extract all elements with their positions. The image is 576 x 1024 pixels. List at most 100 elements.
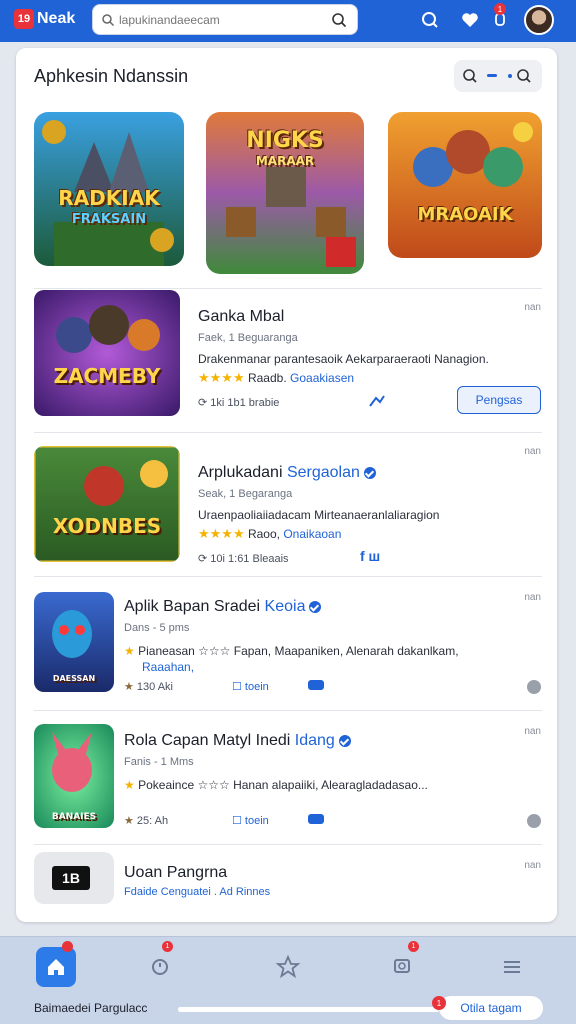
- star-icon: ★: [124, 681, 137, 693]
- app-size: nan: [524, 726, 541, 737]
- app-meta: Fanis - 1 Mms: [124, 756, 194, 768]
- star-icon: ★: [124, 815, 137, 827]
- app-stats: ★ 130 Aki: [124, 680, 173, 693]
- dot-icon: [508, 74, 512, 78]
- featured-game-3-art: [388, 112, 542, 258]
- featured-game-3-title: MRAOAIK: [417, 204, 513, 225]
- install-link[interactable]: ☐ toein: [232, 814, 269, 827]
- top-bar: 19 Neak 1: [0, 0, 576, 42]
- app-meta: Fdaide Cenguatei . Ad Rinnes: [124, 886, 271, 898]
- app-icon[interactable]: ZACMEBY: [34, 290, 180, 416]
- settings-icon[interactable]: [527, 680, 541, 694]
- featured-game-2[interactable]: NIGKS MARAAR: [206, 112, 364, 274]
- nav-favorites[interactable]: [268, 947, 308, 987]
- app-name[interactable]: Rola Capan Matyl Inedi Idang: [124, 732, 351, 750]
- app-icon-title: DAESSAN: [52, 674, 96, 683]
- app-size: nan: [524, 860, 541, 871]
- search-submit-icon[interactable]: [331, 12, 347, 28]
- rating-link[interactable]: Goaakiasen: [290, 371, 354, 385]
- app-rating: ★★★★ Raoo, Onaikaoan: [198, 526, 341, 542]
- nav-history-badge: 1: [162, 941, 173, 952]
- featured-game-3[interactable]: MRAOAIK: [388, 112, 542, 258]
- list-item[interactable]: DAESSAN Aplik Bapan Sradei Keoia Dans - …: [16, 576, 557, 710]
- app-icon[interactable]: DAESSAN: [34, 592, 114, 692]
- app-name[interactable]: Ganka Mbal: [198, 308, 284, 326]
- app-tag: Idang: [294, 732, 335, 749]
- featured-game-1[interactable]: RADKIAK FRAKSAIN: [34, 112, 184, 266]
- install-link-text: toein: [244, 815, 269, 827]
- search-icon: [102, 14, 115, 27]
- app-size: nan: [524, 302, 541, 313]
- app-rating: ★★★★ Raadb. Goaakiasen: [198, 370, 354, 386]
- star-icon: [276, 955, 300, 979]
- app-logo[interactable]: 19 Neak: [14, 9, 75, 29]
- app-tag: Keoia: [264, 598, 306, 615]
- star-rating: ★★★★: [198, 526, 245, 541]
- message-icon[interactable]: [308, 680, 324, 690]
- nav-home-badge: [62, 941, 73, 952]
- install-link[interactable]: ☐ toein: [232, 680, 269, 693]
- featured-game-1-subtitle: FRAKSAIN: [71, 212, 147, 227]
- list-item[interactable]: XODNBES Arplukadani Sergaolan Seak, 1 Be…: [16, 432, 557, 576]
- list-item[interactable]: 1B Uoan Pangrna Fdaide Cenguatei . Ad Ri…: [16, 844, 557, 922]
- logo-text: Neak: [37, 10, 76, 27]
- app-name[interactable]: Aplik Bapan Sradei Keoia: [124, 598, 322, 616]
- list-item[interactable]: BANAIES Rola Capan Matyl Inedi Idang Fan…: [16, 710, 557, 844]
- app-icon[interactable]: XODNBES: [34, 446, 180, 562]
- nav-search[interactable]: [382, 947, 422, 987]
- app-stats-text: 25: Ah: [136, 815, 169, 827]
- featured-game-2-title: NIGKS: [246, 128, 324, 153]
- app-meta: Dans - 5 pms: [124, 622, 190, 634]
- search-bar[interactable]: [92, 4, 358, 35]
- edit-icon: ☐: [232, 681, 245, 693]
- page-title: Aphkesin Ndanssin: [34, 66, 189, 86]
- home-icon: [48, 959, 64, 975]
- footer-action-button[interactable]: Otila tagam: [438, 995, 544, 1021]
- chat-icon[interactable]: [420, 10, 440, 30]
- app-name-text: Rola Capan Matyl Inedi: [124, 732, 291, 749]
- app-stats-text: 130 Aki: [136, 681, 174, 693]
- list-item[interactable]: ZACMEBY Ganka Mbal Faek, 1 Beguaranga Dr…: [16, 288, 557, 432]
- app-name[interactable]: Arplukadani Sergaolan: [198, 464, 376, 482]
- app-stats: ⟳ 1ki 1b1 brabie: [198, 396, 279, 409]
- install-button[interactable]: Pengsas: [457, 386, 541, 414]
- heart-icon[interactable]: [460, 10, 480, 30]
- rating-link[interactable]: Onaikaoan: [283, 527, 341, 541]
- share-icon[interactable]: [368, 394, 386, 408]
- app-stats: ★ 25: Ah: [124, 814, 168, 827]
- app-name-text: Arplukadani: [198, 464, 283, 481]
- app-icon-title: BANAIES: [51, 812, 97, 822]
- nav-home[interactable]: [36, 947, 76, 987]
- app-tag: Sergaolan: [286, 464, 360, 481]
- zoom-out-icon[interactable]: [462, 68, 478, 84]
- app-description-text: Pokeaince ☆☆☆ Hanan alapaiiki, Alearagla…: [138, 778, 428, 792]
- search-input[interactable]: [119, 10, 319, 30]
- app-icon-art: [34, 290, 180, 416]
- message-icon[interactable]: [308, 814, 324, 824]
- card-toolbar[interactable]: [454, 60, 542, 92]
- main-card: Aphkesin Ndanssin RADKIAK FRAKSAIN NIGKS…: [16, 48, 557, 922]
- progress-fill: [178, 1007, 435, 1012]
- nav-search-badge: 1: [408, 941, 419, 952]
- app-stats-text: 1ki 1b1 brabie: [210, 397, 280, 409]
- app-name[interactable]: Uoan Pangrna: [124, 864, 227, 882]
- app-name-text: Aplik Bapan Sradei: [124, 598, 261, 615]
- install-link-text: toein: [244, 681, 269, 693]
- app-meta: Seak, 1 Begaranga: [198, 488, 293, 500]
- app-icon-title: ZACMEBY: [53, 364, 161, 388]
- app-description: Uraenpaoliaiiadacam Mirteanaeranlaliarag…: [198, 508, 440, 522]
- refresh-icon: ⟳: [198, 553, 211, 565]
- notification-badge: 1: [494, 3, 506, 15]
- minus-icon[interactable]: [487, 74, 497, 77]
- nav-menu[interactable]: [492, 947, 532, 987]
- facebook-icon[interactable]: f ш: [360, 548, 380, 564]
- progress-bar: [178, 1007, 440, 1012]
- app-icon[interactable]: BANAIES: [34, 724, 114, 828]
- app-size: nan: [524, 446, 541, 457]
- nav-history[interactable]: [140, 947, 180, 987]
- settings-icon[interactable]: [527, 814, 541, 828]
- app-icon[interactable]: 1B: [34, 852, 114, 904]
- zoom-in-icon[interactable]: [516, 68, 532, 84]
- avatar[interactable]: [524, 5, 554, 35]
- menu-icon: [504, 961, 520, 973]
